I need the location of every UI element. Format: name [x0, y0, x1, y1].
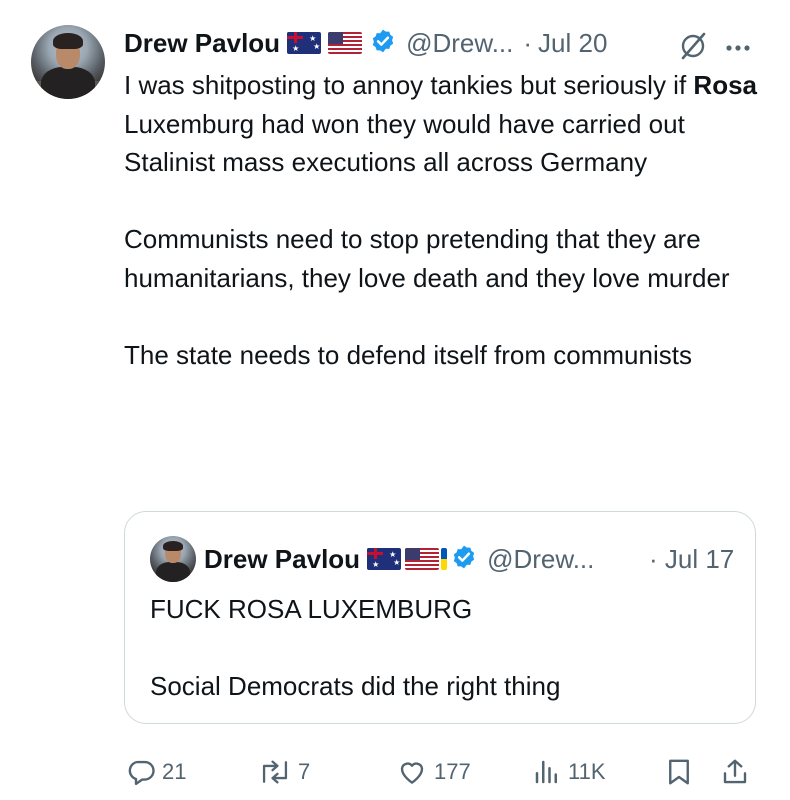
repost-count: 7	[298, 759, 311, 784]
tweet-text: I was shitposting to annoy tankies but s…	[124, 66, 764, 374]
more-icon[interactable]	[726, 40, 750, 58]
views-count: 11K	[568, 759, 606, 784]
reply-icon	[128, 760, 155, 786]
flag-us-icon	[405, 548, 440, 570]
tweet-paragraph: I was shitposting to annoy tankies but s…	[124, 70, 757, 177]
grok-icon[interactable]	[678, 31, 708, 66]
repost-icon	[262, 760, 288, 784]
like-count: 177	[434, 759, 471, 784]
quote-line: Social Democrats did the right thing	[150, 671, 561, 701]
avatar[interactable]	[31, 25, 105, 99]
quote-author-name: Drew Pavlou	[204, 543, 361, 574]
action-bar: 21 7 177 11K	[124, 754, 764, 790]
tweet-paragraph: The state needs to defend itself from co…	[124, 339, 692, 370]
bold-text: Rosa	[693, 70, 757, 100]
bookmark-icon	[669, 759, 689, 785]
repost-button[interactable]: 7	[258, 754, 310, 790]
quote-author-handle: @Drew...	[487, 543, 595, 574]
quote-text: FUCK ROSA LUXEMBURG Social Democrats did…	[150, 590, 740, 706]
share-button[interactable]	[720, 754, 750, 790]
bookmark-button[interactable]	[664, 754, 694, 790]
like-icon	[400, 762, 424, 784]
author-handle[interactable]: @Drew...	[406, 28, 513, 59]
flag-ua-icon	[441, 548, 448, 570]
tweet-header: Drew Pavlou ★ ★ ★ @Drew... · Jul 20	[124, 26, 607, 60]
reply-button[interactable]: 21	[126, 754, 186, 790]
quoted-tweet[interactable]: Drew Pavlou ★ ★ ★ @Drew... · Jul 17 FUCK…	[124, 511, 756, 724]
verified-badge-icon	[451, 544, 477, 575]
quote-date: · Jul 17	[649, 544, 735, 574]
tweet-date[interactable]: Jul 20	[538, 28, 607, 59]
author-name[interactable]: Drew Pavlou	[124, 28, 280, 59]
share-icon	[723, 759, 747, 784]
verified-badge-icon[interactable]	[370, 28, 396, 59]
quote-avatar[interactable]	[150, 536, 196, 582]
views-icon	[535, 760, 557, 784]
reply-count: 21	[162, 759, 187, 784]
flag-us-icon	[328, 32, 363, 54]
flag-au-icon: ★ ★ ★	[367, 548, 402, 570]
quote-header: Drew Pavlou ★ ★ ★ @Drew...	[204, 541, 594, 577]
flag-au-icon: ★ ★ ★	[287, 32, 322, 54]
tweet-paragraph: Communists need to stop pretending that …	[124, 224, 730, 293]
quote-line: FUCK ROSA LUXEMBURG	[150, 594, 473, 624]
date-separator: ·	[523, 27, 533, 58]
views-button[interactable]: 11K	[532, 754, 606, 790]
like-button[interactable]: 177	[396, 754, 471, 790]
